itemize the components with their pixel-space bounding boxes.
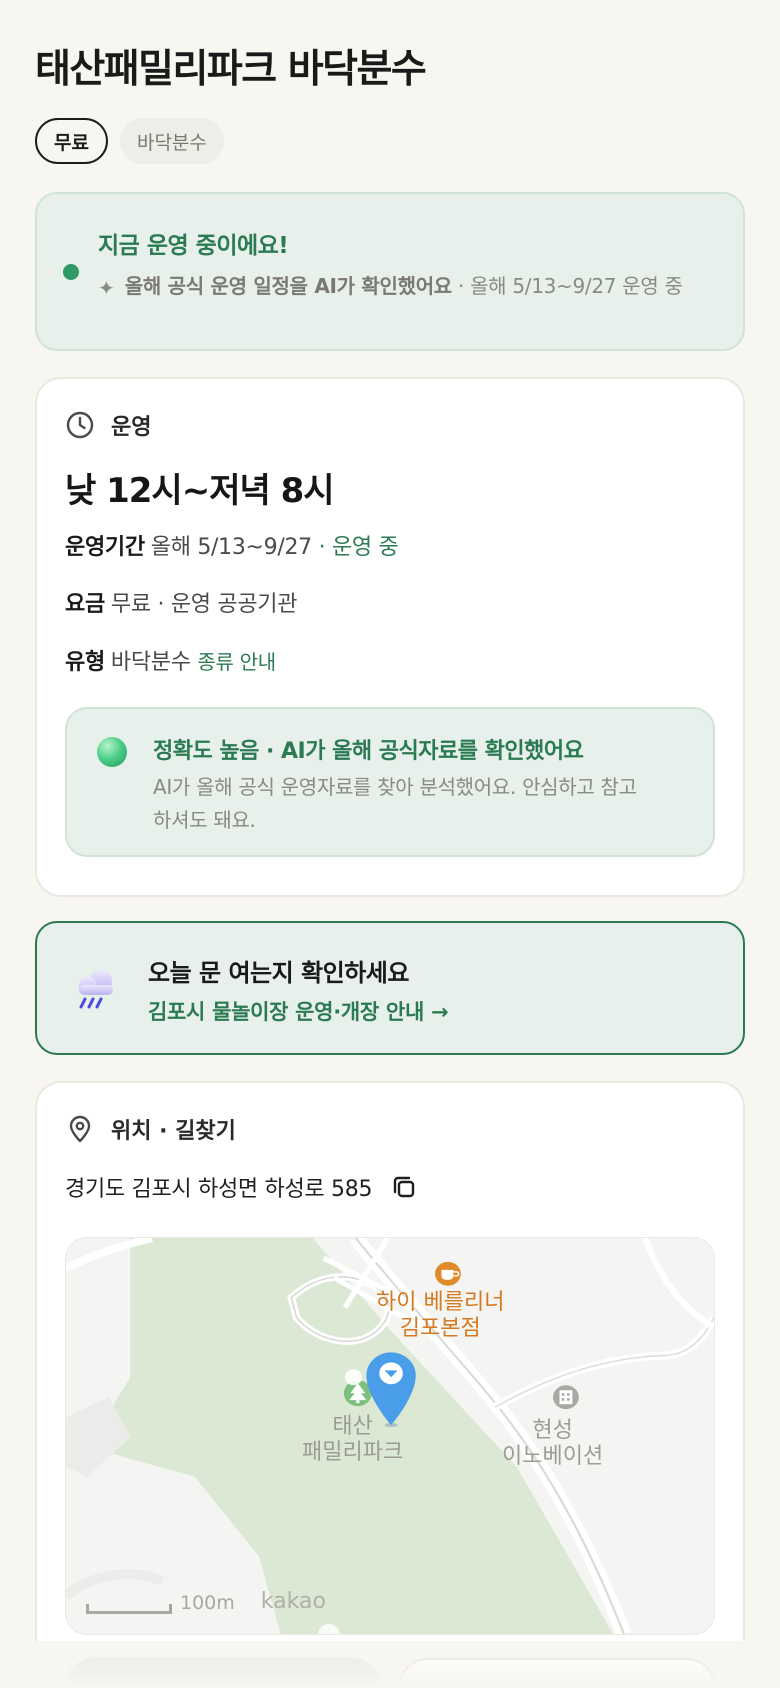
status-ai-note: ✦ 올해 공식 운영 일정을 AI가 확인했어요 · 올해 5/13~9/27 …: [98, 272, 707, 300]
map-poi-cafe-label[interactable]: 하이 베를리너 김포본점: [376, 1290, 504, 1342]
location-section-title: 위치 · 길찾기: [111, 1119, 236, 1144]
scale-bar: [86, 1604, 172, 1614]
type-row: 유형 바닥분수 종류 안내: [65, 644, 276, 676]
rain-cloud-icon: [79, 970, 113, 1009]
address-text: 경기도 김포시 하성면 하성로 585: [65, 1177, 373, 1202]
map-poi-cafe-text: 하이 베를리너 김포본점: [376, 1290, 505, 1341]
clock-icon: [66, 411, 94, 439]
operating-status-card: 지금 운영 중이에요! ✦ 올해 공식 운영 일정을 AI가 확인했어요 · 올…: [35, 192, 745, 351]
page: 태산패밀리파크 바닥분수 무료 바닥분수 지금 운영 중이에요! ✦ 올해 공식…: [0, 0, 780, 1688]
tag-chips: 무료 바닥분수: [35, 118, 745, 164]
page-title: 태산패밀리파크 바닥분수: [35, 47, 427, 92]
period-label: 운영기간: [65, 535, 145, 560]
sparkle-icon: ✦: [98, 276, 115, 300]
status-dot-icon: [63, 264, 79, 280]
cta-link[interactable]: 김포시 물놀이장 운영·개장 안내 →: [148, 996, 449, 1026]
operation-header: 운영: [65, 409, 151, 441]
period-status: 운영 중: [331, 535, 399, 560]
fee-row: 요금 무료 · 운영 공공기관: [65, 586, 297, 618]
operating-hours: 낮 12시~저녁 8시: [65, 471, 335, 511]
period-row: 운영기간 올해 5/13~9/27 · 운영 중: [65, 529, 399, 561]
chip-floor-fountain[interactable]: 바닥분수: [119, 118, 224, 164]
map-brand-logo: kakao: [260, 1589, 326, 1614]
check-open-today-card[interactable]: 오늘 문 여는지 확인하세요 김포시 물놀이장 운영·개장 안내 →: [35, 921, 745, 1055]
accuracy-box: 정확도 높음 · AI가 올해 공식자료를 확인했어요 AI가 올해 공식 운영…: [65, 707, 715, 857]
accuracy-orb-icon: [97, 737, 127, 767]
map-poi-park-text: 태산 패밀리파크: [302, 1414, 404, 1465]
location-header: 위치 · 길찾기: [65, 1113, 236, 1145]
fee-label: 요금: [65, 592, 105, 617]
operation-section-title: 운영: [111, 415, 152, 440]
cta-title: 오늘 문 여는지 확인하세요: [148, 959, 409, 987]
location-card: 위치 · 길찾기 경기도 김포시 하성면 하성로 585 하이 베를리너 김포본…: [35, 1081, 745, 1641]
address-row: 경기도 김포시 하성면 하성로 585: [65, 1171, 418, 1203]
status-ai-text: 올해 공식 운영 일정을 AI가 확인했어요 · 올해 5/13~9/27 운영…: [125, 272, 683, 300]
status-ai-bold: 올해 공식 운영 일정을 AI가 확인했어요: [124, 274, 452, 298]
accuracy-text: AI가 올해 공식 운영자료를 찾아 분석했어요. 안심하고 참고하셔도 돼요.: [153, 775, 637, 832]
location-pin-icon: [69, 1115, 91, 1143]
map-poi-park-label[interactable]: 태산 패밀리파크: [302, 1414, 403, 1466]
status-ai-rest: · 올해 5/13~9/27 운영 중: [451, 274, 683, 298]
chip-free[interactable]: 무료: [35, 118, 108, 164]
scale-text: 100m: [180, 1592, 235, 1614]
type-value: 바닥분수: [110, 650, 191, 675]
map-poi-corp-text: 현성 이노베이션: [502, 1418, 604, 1469]
map-scale: 100m kakao: [86, 1589, 326, 1614]
status-title: 지금 운영 중이에요!: [98, 233, 289, 259]
accuracy-title: 정확도 높음 · AI가 올해 공식자료를 확인했어요: [153, 739, 584, 764]
period-value: 올해 5/13~9/27: [150, 535, 312, 560]
map-view[interactable]: 하이 베를리너 김포본점 태산 패밀리파크 현성 이노베이션 100m kaka…: [65, 1237, 715, 1635]
type-guide-link[interactable]: 종류 안내: [197, 650, 276, 674]
type-label: 유형: [65, 650, 105, 675]
bottom-fade: [0, 1648, 780, 1688]
copy-icon[interactable]: [390, 1173, 418, 1201]
operation-card: 운영 낮 12시~저녁 8시 운영기간 올해 5/13~9/27 · 운영 중 요…: [35, 377, 745, 897]
period-sep: ·: [311, 535, 332, 560]
map-poi-corp-label[interactable]: 현성 이노베이션: [502, 1418, 603, 1470]
fee-value: 무료 · 운영 공공기관: [110, 592, 298, 617]
